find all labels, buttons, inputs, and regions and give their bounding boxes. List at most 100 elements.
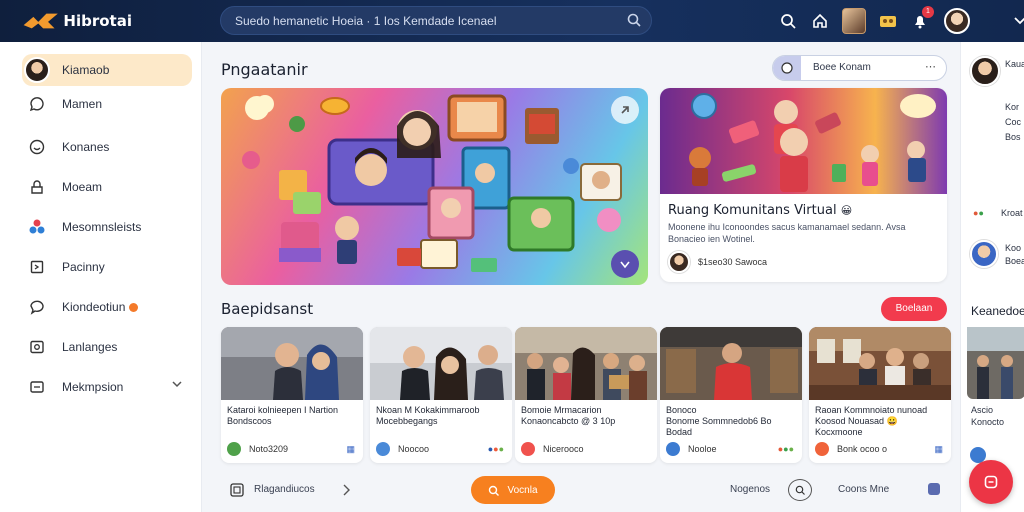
sidebar-item-saved[interactable]: Pacinny (22, 251, 192, 283)
card-image (809, 327, 951, 400)
profile-thumb-icon[interactable] (842, 8, 866, 34)
avatar[interactable] (970, 56, 1000, 86)
notification-icon[interactable]: 1 (908, 6, 934, 33)
list-item[interactable]: Bomoie Mrmacarion Konaoncabcto @ 3 10p N… (515, 327, 657, 463)
reactions-icon[interactable]: ●●● (488, 444, 504, 454)
sidebar-item-label: Mekmpsion (62, 380, 124, 394)
compose-button[interactable] (969, 460, 1013, 504)
sidebar-item-gallery[interactable]: Lanlanges (22, 331, 192, 363)
filter-dropdown[interactable]: Boee Konam ⋯ (772, 55, 947, 81)
card-title: Raoan Kommnoiato nunoad Koosod Nouasad 😀… (815, 405, 947, 438)
sidebar-item-privacy[interactable]: Moeam (22, 171, 192, 203)
sidebar-item-groups[interactable]: Mesomnsleists (22, 211, 192, 243)
sidebar: Kiamaob Mamen Konanes Moeam Mesomnsleist… (0, 42, 202, 512)
featured-description: Moonene ihu Iconoondes sacus kamanamael … (668, 222, 906, 244)
chevron-down-icon[interactable] (172, 381, 182, 388)
app-icon[interactable] (928, 483, 940, 495)
share-icon[interactable] (611, 96, 639, 124)
sidebar-item-discussions[interactable]: Kiondeotiun (22, 291, 192, 323)
filter-toggle-icon[interactable] (773, 56, 801, 80)
list-item[interactable]: Raoan Kommnoiato nunoad Koosod Nouasad 😀… (809, 327, 951, 463)
bottom-far-right-label[interactable]: Coons Mne (838, 484, 889, 495)
hero-illustration (242, 94, 622, 272)
smile-icon (29, 139, 45, 155)
window-icon (30, 381, 44, 393)
sidebar-item-label: Moeam (62, 180, 103, 194)
right-panel-item[interactable]: ●● (973, 208, 984, 218)
sidebar-item-label: Konanes (62, 140, 110, 154)
card-footer: Bonk ocoo o ▦ (815, 441, 947, 457)
section-title: Pngaatanir (221, 60, 308, 79)
chevron-down-icon[interactable] (1008, 9, 1024, 33)
filter-label: Boee Konam (813, 62, 871, 73)
sidebar-item-label: Kiamaob (62, 63, 110, 77)
section-action-button[interactable]: Boelaan (881, 297, 947, 321)
bottom-left-label[interactable]: Rlagandiucos (254, 484, 315, 495)
sidebar-item-label: Mamen (62, 97, 103, 111)
right-panel-title: Keanedoe (971, 304, 1024, 318)
bottom-toolbar: Rlagandiucos Nogenos Coons Mne (220, 475, 960, 505)
card-footer: Nooloe ●●● (666, 441, 798, 457)
avatar (815, 442, 829, 456)
list-item[interactable]: Nkoan M Kokakimmaroob Mocebbegangs Nooco… (370, 327, 512, 463)
right-panel-item[interactable]: Ascio Konocto (971, 404, 1024, 428)
more-icon: ⋯ (925, 61, 936, 73)
grid-icon[interactable]: ▦ (346, 444, 355, 455)
gallery-icon[interactable] (876, 9, 900, 33)
expand-icon[interactable] (611, 250, 639, 278)
card-title: Kataroi kolnieepen I Nartion Bondscoos (227, 405, 339, 426)
image-icon (30, 340, 44, 354)
sidebar-item-label: Pacinny (62, 260, 105, 274)
featured-author[interactable]: $1seo30 Sawoca (668, 251, 767, 273)
right-panel-item[interactable]: Koo Boeai (1005, 242, 1024, 268)
card-meta: Nicerooco (543, 444, 584, 454)
notification-badge: 1 (922, 6, 934, 18)
avatar (227, 442, 241, 456)
search-text: Suedo hemanetic Hoeia · 1 Ios Kemdade Ic… (235, 14, 497, 28)
sidebar-item-more[interactable]: Mekmpsion (22, 371, 192, 403)
sidebar-item-label: Kiondeotiun (62, 300, 126, 314)
right-panel-item[interactable]: Kaua Kuh (1005, 58, 1024, 71)
sidebar-item-profile[interactable]: Kiamaob (22, 54, 192, 86)
bookmark-icon (30, 260, 44, 274)
bottom-right-label[interactable]: Nogenos (730, 484, 770, 495)
card-image (660, 327, 802, 400)
search-input[interactable]: Suedo hemanetic Hoeia · 1 Ios Kemdade Ic… (220, 6, 652, 35)
right-panel-item[interactable]: Kor Coc Bos (1005, 100, 1024, 145)
search-icon[interactable] (788, 479, 812, 501)
window-icon[interactable] (230, 483, 244, 497)
card-footer: Noocoo ●●● (376, 441, 508, 457)
brand-name: Hibrotai (63, 12, 132, 30)
hero-banner[interactable] (221, 88, 648, 285)
home-icon[interactable] (808, 9, 832, 33)
compose-icon (984, 475, 998, 489)
lock-icon (31, 180, 43, 194)
list-item[interactable]: Kataroi kolnieepen I Nartion Bondscoos N… (221, 327, 363, 463)
chat-icon (29, 97, 44, 112)
avatar[interactable] (970, 240, 998, 268)
reactions-icon[interactable]: ●●● (778, 444, 794, 454)
brand-logo[interactable]: Hibrotai (22, 8, 132, 34)
alert-dot-icon (129, 302, 139, 312)
right-panel-item[interactable]: Kroat (1001, 208, 1023, 218)
avatar (666, 442, 680, 456)
search-icon[interactable] (776, 9, 800, 33)
sidebar-item-reactions[interactable]: Konanes (22, 131, 192, 163)
user-avatar-icon[interactable] (944, 8, 970, 34)
card-image (221, 327, 363, 400)
message-icon (30, 300, 44, 315)
card-footer: Nicerooco (521, 441, 653, 457)
featured-card[interactable]: Ruang Komunitans Virtual 😀 Moonene ihu I… (660, 88, 947, 282)
sidebar-item-messages[interactable]: Mamen (22, 88, 192, 120)
card-meta: Noocoo (398, 444, 430, 454)
top-bar: Hibrotai Suedo hemanetic Hoeia · 1 Ios K… (0, 0, 1024, 42)
card-title: Bomoie Mrmacarion Konaoncabcto @ 3 10p (521, 405, 616, 426)
featured-title-text: Ruang Komunitans Virtual (668, 203, 837, 218)
search-icon[interactable] (627, 13, 641, 27)
center-action-button[interactable]: Vocnla (471, 476, 555, 504)
card-image (370, 327, 512, 400)
grid-icon[interactable]: ▦ (934, 444, 943, 455)
list-item[interactable]: Bonoco Bonome Sommnedob6 Bo Bodad Nooloe… (660, 327, 802, 463)
chevron-right-icon[interactable] (342, 484, 350, 496)
sidebar-item-label: Mesomnsleists (62, 220, 142, 234)
